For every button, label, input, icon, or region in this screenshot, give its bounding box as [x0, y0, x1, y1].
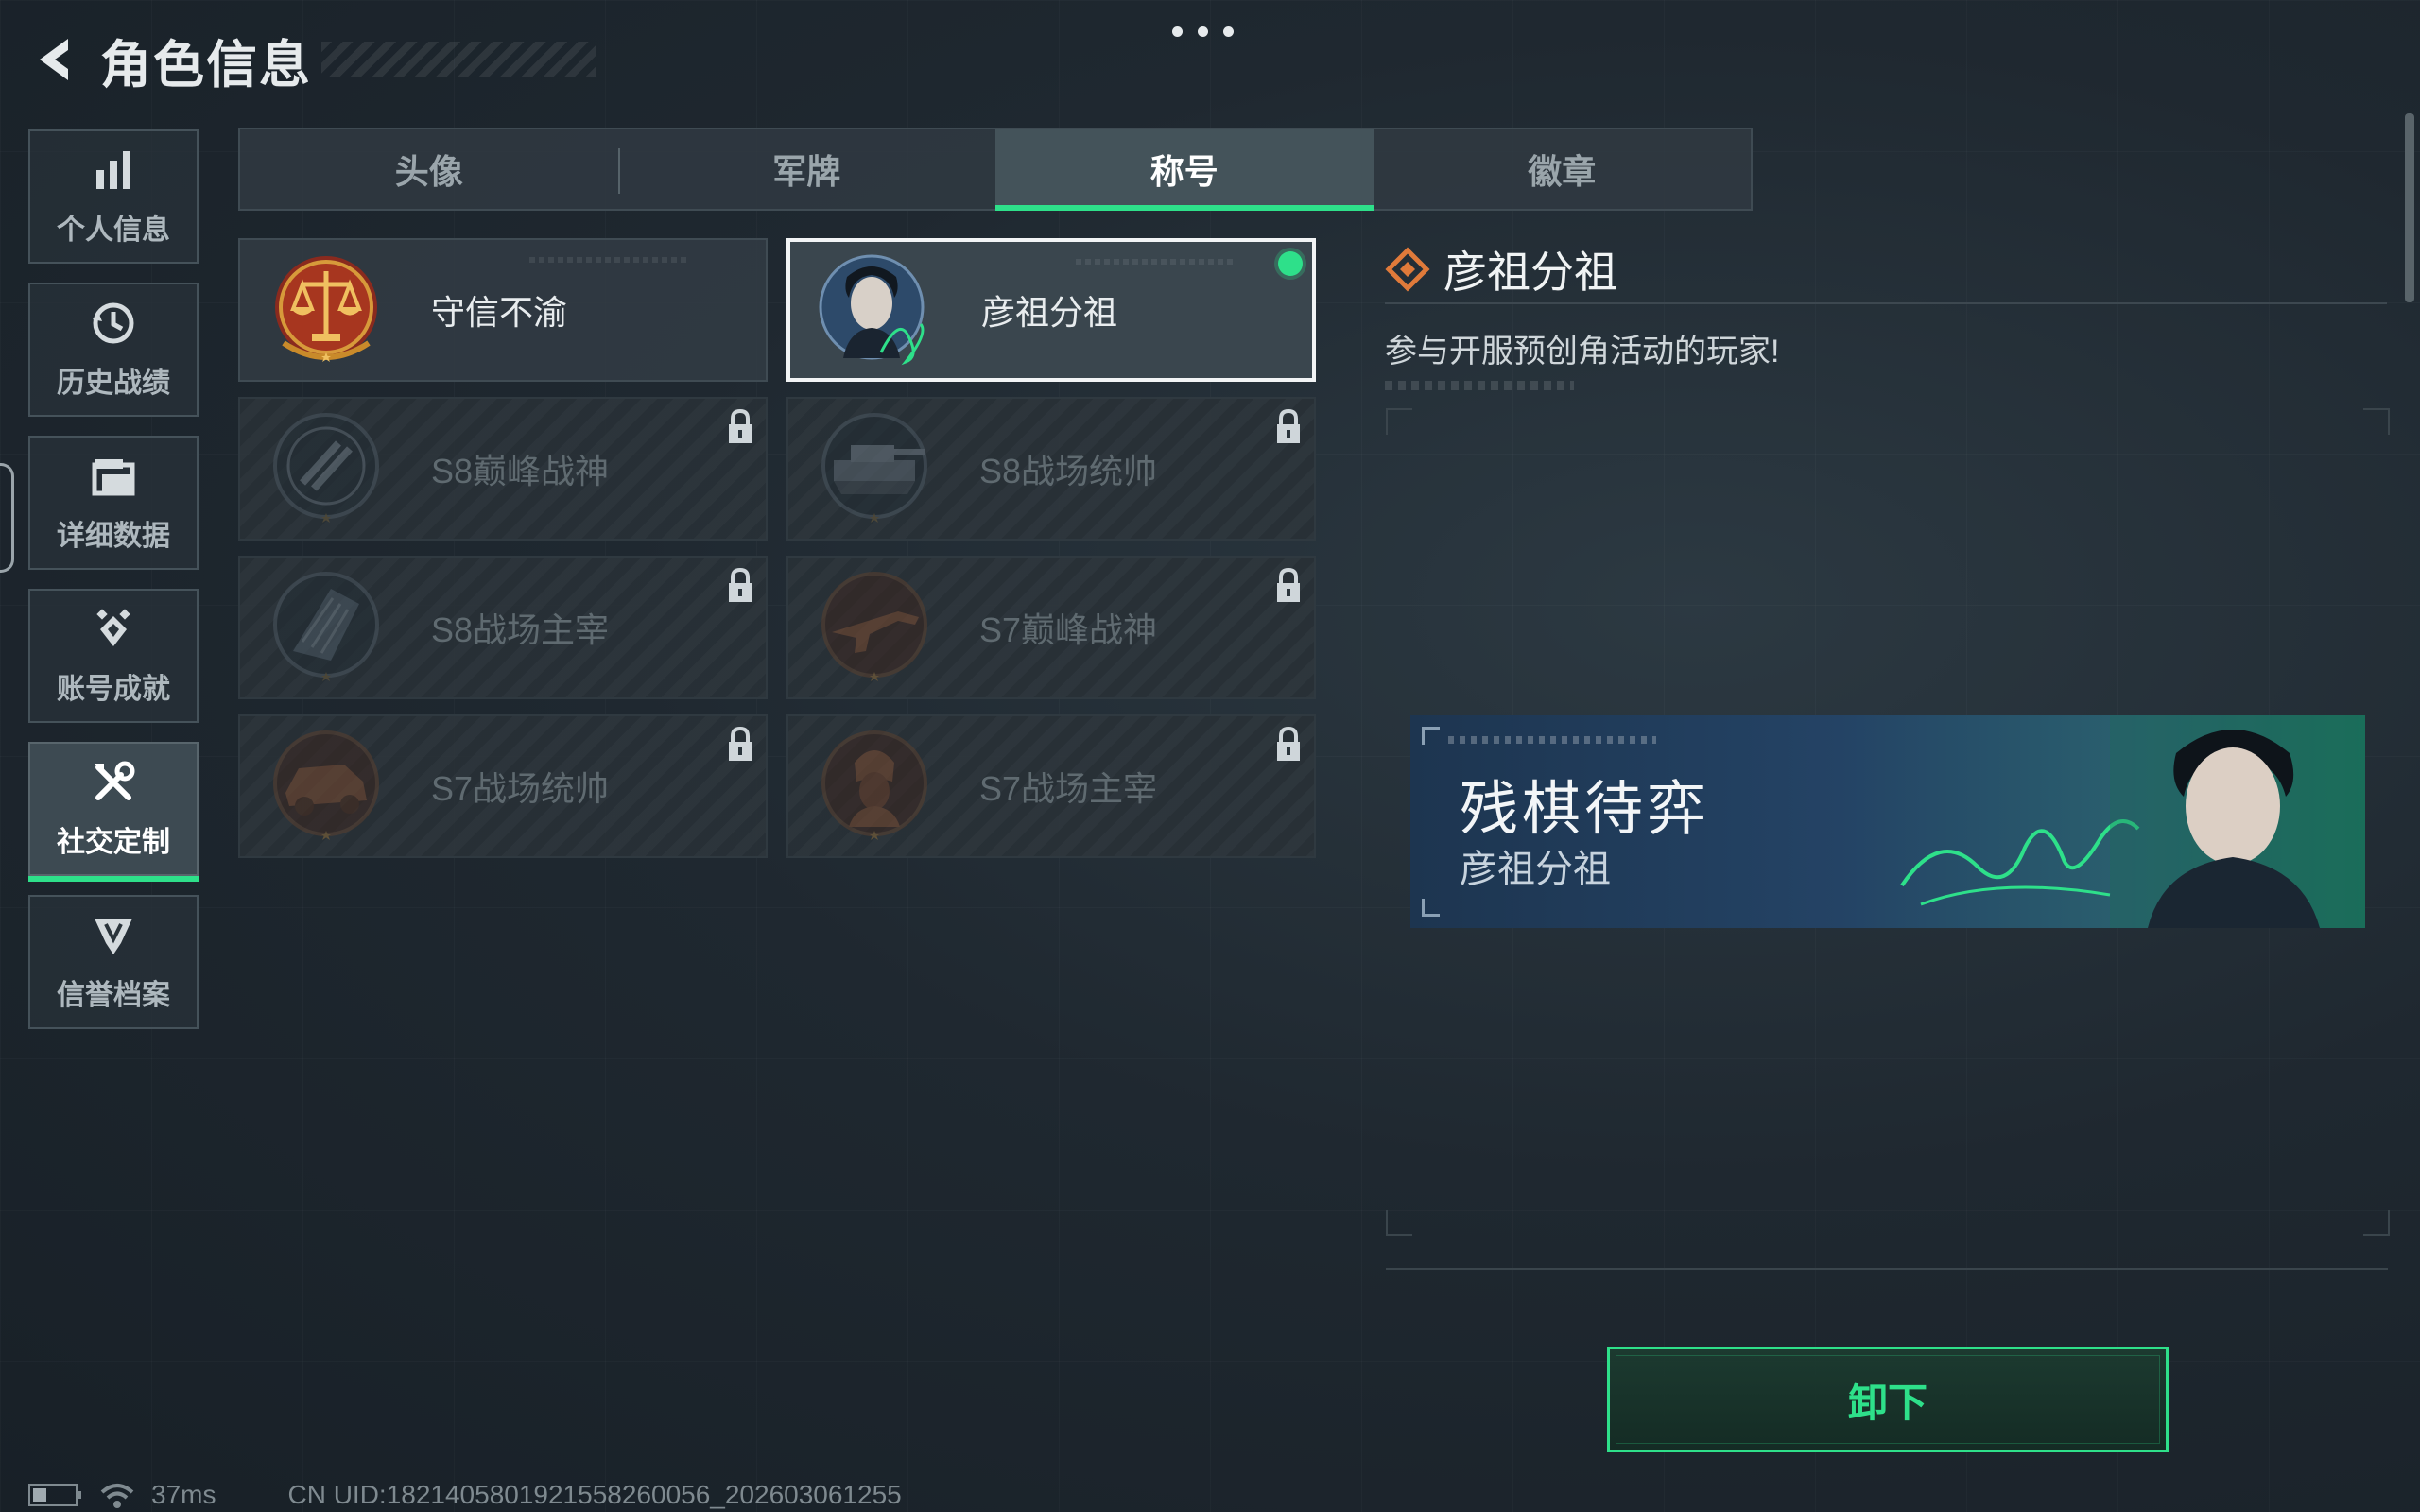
title-card[interactable]: S8巅峰战神 — [238, 397, 768, 541]
sidebar-item-label: 账号成就 — [57, 674, 170, 705]
banner-corner — [1422, 899, 1440, 917]
title-card[interactable]: S7战场统帅 — [238, 714, 768, 858]
lock-icon — [729, 567, 752, 602]
sidebar-item-label: 个人信息 — [57, 215, 170, 246]
sidebar-item-profile[interactable]: 个人信息 — [28, 129, 199, 264]
tab-dogtag[interactable]: 军牌 — [617, 129, 996, 209]
banner-corner — [1422, 727, 1440, 745]
lock-icon — [729, 726, 752, 761]
vehicle-emblem-icon — [273, 730, 379, 840]
title-diamond-icon — [1385, 247, 1430, 292]
portrait-emblem-icon — [819, 254, 925, 366]
title-detail-panel: 彦祖分祖 参与开服预创角活动的玩家! — [1385, 236, 2387, 390]
tools-icon — [95, 761, 135, 800]
portrait-icon — [2110, 715, 2365, 928]
unequip-button[interactable]: 卸下 — [1607, 1347, 2169, 1452]
title-name: S8巅峰战神 — [431, 452, 610, 490]
frame-corner — [2363, 408, 2390, 435]
history-icon — [93, 302, 134, 344]
title-card[interactable]: S8战场统帅 — [786, 397, 1316, 541]
title-card[interactable]: S7战场主宰 — [786, 714, 1316, 858]
title-card[interactable]: S8战场主宰 — [238, 556, 768, 699]
status-bar: 37ms CN UID:1821405801921558260056_20260… — [28, 1479, 902, 1511]
title-card[interactable]: 守信不渝 — [238, 238, 768, 382]
sidebar-item-credit[interactable]: 信誉档案 — [28, 895, 199, 1029]
ping-text: 37ms — [151, 1480, 216, 1509]
title-name: S8战场统帅 — [979, 452, 1158, 490]
sidebar-item-details[interactable]: 详细数据 — [28, 436, 199, 570]
sidebar-item-history[interactable]: 历史战绩 — [28, 283, 199, 417]
sidebar: 个人信息 历史战绩 详细数据 账号成就 社交定制 信誉档案 — [28, 129, 200, 1048]
title-name: S8战场主宰 — [431, 610, 610, 649]
title-name: S7巅峰战神 — [979, 610, 1158, 649]
side-handle[interactable] — [0, 463, 14, 573]
banner-main-text: 残棋待弈 — [1460, 777, 1710, 842]
title-card-selected[interactable]: 彦祖分祖 — [786, 238, 1316, 382]
detail-title: 彦祖分祖 — [1443, 248, 1617, 297]
back-arrow-icon — [40, 39, 68, 80]
lock-icon — [1277, 567, 1300, 602]
card-decoration — [1076, 259, 1236, 265]
lock-icon — [1277, 726, 1300, 761]
card-decoration — [529, 257, 690, 263]
tab-label: 徽章 — [1528, 152, 1597, 191]
slash-emblem-icon — [273, 413, 379, 523]
banner-sub-text: 彦祖分祖 — [1460, 849, 1611, 890]
battery-icon — [28, 1484, 81, 1506]
category-tabs: 头像 军牌 称号 徽章 — [238, 128, 1753, 211]
signature-icon — [1900, 819, 2140, 906]
header: 角色信息 — [28, 26, 596, 94]
tank-emblem-icon — [821, 413, 927, 523]
title-name: 守信不渝 — [431, 293, 568, 332]
tab-badge[interactable]: 徽章 — [1374, 129, 1752, 209]
rifle-emblem-icon — [821, 572, 927, 681]
title-list: 守信不渝 彦祖分祖 S8巅峰战神 S8战场统帅 S8战场主宰 S7巅峰战神 S7… — [238, 238, 1316, 858]
back-button[interactable] — [28, 31, 81, 88]
lock-icon — [729, 408, 752, 443]
sidebar-item-label: 社交定制 — [57, 827, 170, 858]
unequip-label: 卸下 — [1847, 1380, 1927, 1425]
banner-decoration — [1448, 736, 1656, 744]
tab-label: 称号 — [1150, 152, 1219, 191]
title-name: S7战场统帅 — [431, 769, 610, 808]
folder-icon — [92, 459, 135, 496]
wifi-icon — [100, 1484, 134, 1508]
page-title: 角色信息 — [100, 36, 312, 94]
frame-corner — [2363, 1210, 2390, 1236]
title-name: S7战场主宰 — [979, 769, 1158, 808]
scales-emblem-icon — [275, 256, 377, 362]
more-options-button[interactable] — [1172, 26, 1234, 37]
detail-header: 彦祖分祖 — [1385, 236, 2387, 304]
title-name: 彦祖分祖 — [981, 293, 1118, 332]
title-banner-preview: 残棋待弈 彦祖分祖 — [1410, 715, 2365, 928]
scrollbar[interactable] — [2405, 113, 2414, 302]
detail-decoration — [1385, 381, 1574, 390]
equipped-indicator — [1278, 251, 1303, 276]
title-decoration — [321, 42, 596, 77]
tab-label: 头像 — [394, 152, 463, 191]
credit-shield-icon — [95, 919, 132, 954]
lock-icon — [1277, 408, 1300, 443]
tab-avatar[interactable]: 头像 — [240, 129, 618, 209]
building-emblem-icon — [273, 572, 379, 681]
tab-title[interactable]: 称号 — [995, 129, 1374, 211]
soldier-emblem-icon — [821, 730, 927, 840]
sidebar-item-label: 历史战绩 — [57, 368, 170, 399]
tab-label: 军牌 — [772, 152, 841, 191]
detail-description: 参与开服预创角活动的玩家! — [1385, 334, 1780, 369]
frame-corner — [1386, 408, 1412, 435]
frame-corner — [1386, 1210, 1412, 1236]
divider — [1386, 1268, 2388, 1270]
bar-chart-icon — [96, 151, 130, 189]
sidebar-item-achievements[interactable]: 账号成就 — [28, 589, 199, 723]
sidebar-item-social-custom[interactable]: 社交定制 — [28, 742, 199, 882]
title-card[interactable]: S7巅峰战神 — [786, 556, 1316, 699]
achievement-icon — [96, 609, 130, 646]
sidebar-item-label: 详细数据 — [57, 521, 170, 552]
sidebar-item-label: 信誉档案 — [57, 980, 170, 1011]
uid-text: CN UID:1821405801921558260056_2026030612… — [287, 1480, 902, 1509]
